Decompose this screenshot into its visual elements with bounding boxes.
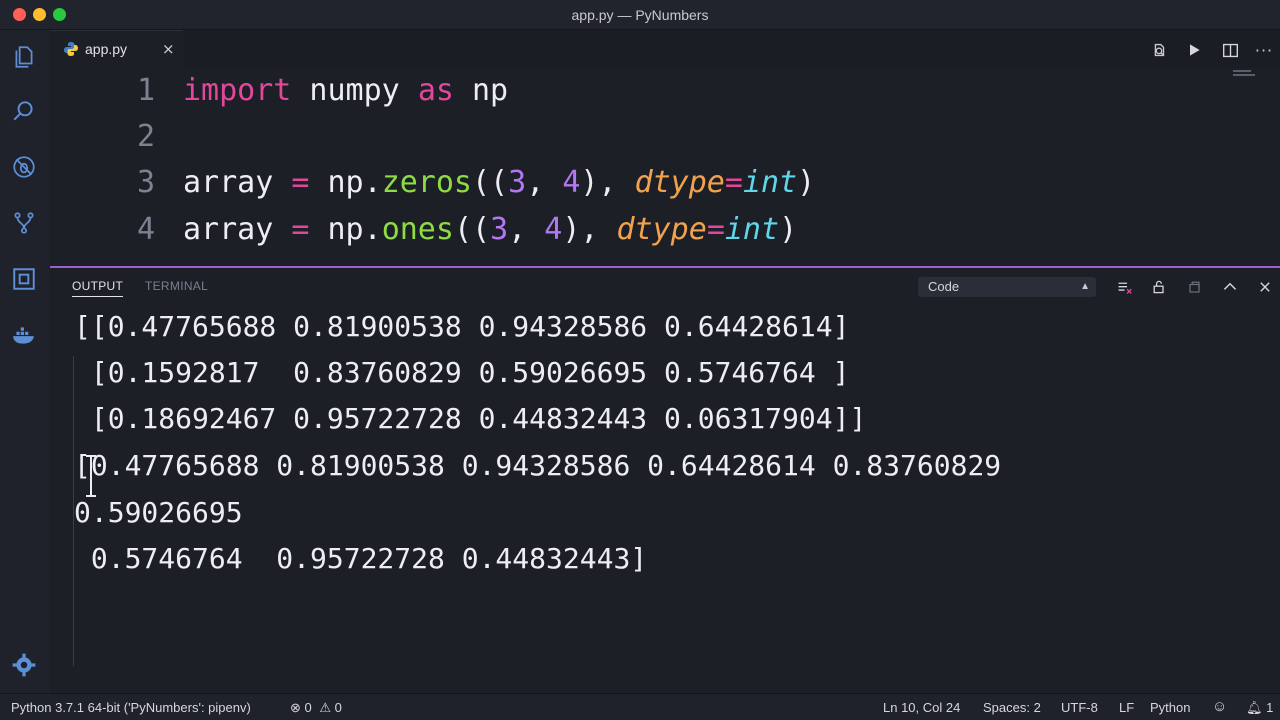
code-line: 3 array = np.zeros((3, 4), dtype=int) [50,161,1280,207]
files-icon[interactable] [9,42,39,72]
output-channel-select[interactable]: Code ▲ [918,277,1096,297]
extensions-icon[interactable] [9,264,39,294]
clear-output-icon[interactable] [1113,276,1135,298]
line-number: 2 [136,119,155,154]
output-line: [0.1592817 0.83760829 0.59026695 0.57467… [74,356,850,389]
error-icon: ⊗ [290,700,301,715]
feedback-smiley-icon[interactable]: ☺ [1212,698,1227,715]
output-line: [0.18692467 0.95722728 0.44832443 0.0631… [74,402,867,435]
warning-icon: ⚠ [319,700,332,715]
search-icon[interactable] [9,96,39,126]
output-line: [[0.47765688 0.81900538 0.94328586 0.644… [74,310,850,343]
text-cursor-icon [84,454,98,498]
indentation[interactable]: Spaces: 2 [983,700,1041,715]
split-editor-icon[interactable] [1219,39,1241,61]
lock-scroll-icon[interactable] [1148,276,1170,298]
code-line: 1 import numpy as np [50,68,1280,114]
close-panel-icon[interactable] [1254,276,1276,298]
more-icon[interactable]: ··· [1253,39,1275,61]
bell-icon: 🔔︎ [1246,700,1263,715]
debug-icon[interactable] [9,152,39,182]
code-line: 2 [50,115,1280,161]
tab-output[interactable]: OUTPUT [72,279,124,297]
open-log-icon[interactable] [1183,276,1205,298]
output-panel: OUTPUT TERMINAL Code ▲ [[0.47765688 0.81… [50,266,1280,693]
encoding[interactable]: UTF-8 [1061,700,1098,715]
minimap[interactable] [1233,68,1257,80]
output-channel-value: Code [928,279,960,294]
close-tab-icon[interactable]: × [162,40,175,58]
line-number: 3 [136,165,155,200]
line-number: 1 [136,73,155,108]
window-title: app.py — PyNumbers [571,7,709,23]
maximize-panel-icon[interactable] [1219,276,1241,298]
problems-indicator[interactable]: ⊗ 0 ⚠ 0 [290,700,342,716]
select-arrow-icon: ▲ [1080,281,1090,292]
line-number: 4 [136,212,155,247]
output-line: [0.47765688 0.81900538 0.94328586 0.6442… [74,449,1002,482]
notifications[interactable]: 🔔︎ 1 [1246,700,1273,716]
error-count: 0 [304,700,312,715]
run-icon[interactable] [1183,39,1205,61]
source-control-icon[interactable] [9,208,39,238]
docker-icon[interactable] [9,320,39,350]
code-line: 4 array = np.ones((3, 4), dtype=int) [50,208,1280,254]
output-line: 0.59026695 [74,496,243,529]
tab-terminal[interactable]: TERMINAL [145,279,208,293]
tab-label: app.py [85,41,128,57]
tab-app-py[interactable]: app.py × [50,30,183,68]
output-line: 0.5746764 0.95722728 0.44832443] [74,542,648,575]
notification-count: 1 [1266,700,1274,715]
python-icon [63,41,79,57]
open-changes-icon[interactable] [1148,39,1170,61]
status-bar: Python 3.7.1 64-bit ('PyNumbers': pipenv… [0,693,1280,720]
gear-icon[interactable] [9,650,39,680]
cursor-position[interactable]: Ln 10, Col 24 [883,700,960,715]
warning-count: 0 [334,700,342,715]
title-bar: app.py — PyNumbers [0,0,1280,30]
end-of-line[interactable]: LF [1119,700,1134,715]
language-mode[interactable]: Python [1150,700,1190,715]
tab-bar: app.py × ··· [50,30,1280,68]
python-interpreter[interactable]: Python 3.7.1 64-bit ('PyNumbers': pipenv… [11,700,251,715]
code-editor[interactable]: 1 import numpy as np 2 3 array = np.zero… [50,68,1280,266]
activity-bar [0,30,50,693]
